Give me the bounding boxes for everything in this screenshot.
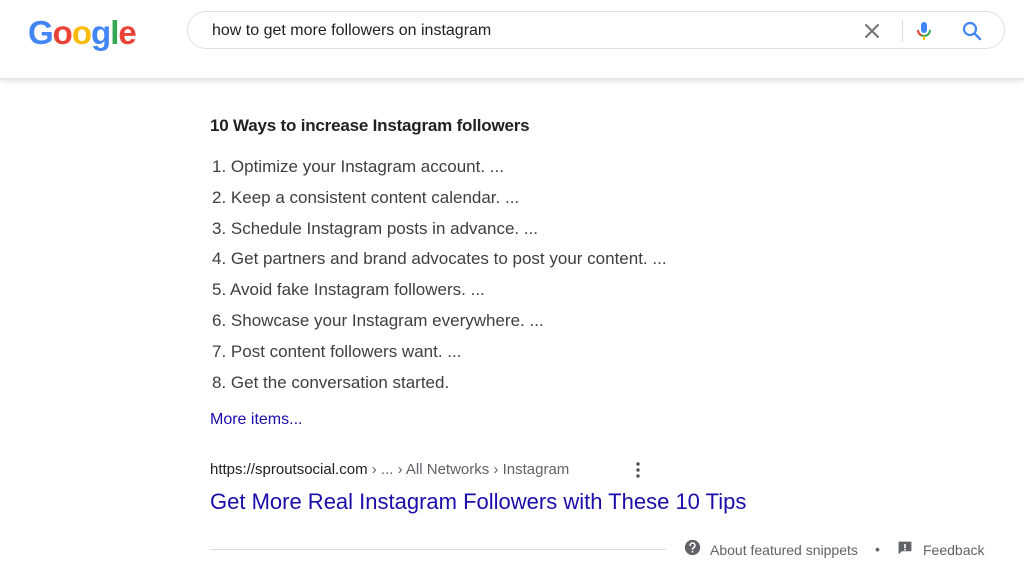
logo-letter: o	[71, 14, 92, 51]
snippet-title: 10 Ways to increase Instagram followers	[210, 116, 530, 135]
about-featured-snippets-link[interactable]: About featured snippets	[684, 539, 858, 561]
result-breadcrumbs: › ... › All Networks › Instagram	[367, 461, 570, 478]
list-item: 7. Post content followers want. ...	[212, 341, 462, 361]
search-box[interactable]: how to get more followers on instagram	[187, 11, 1005, 49]
list-item: 8. Get the conversation started.	[212, 372, 450, 392]
list-item: 6. Showcase your Instagram everywhere. .…	[212, 310, 544, 330]
list-item: 3. Schedule Instagram posts in advance. …	[212, 218, 539, 238]
footer-divider	[210, 549, 666, 550]
logo-letter: o	[52, 14, 73, 51]
result-title-link[interactable]: Get More Real Instagram Followers with T…	[210, 489, 746, 515]
help-icon	[684, 539, 701, 561]
feedback-icon	[897, 540, 913, 561]
footer-separator: •	[875, 541, 880, 557]
search-icon[interactable]	[960, 19, 984, 43]
logo-letter: l	[110, 14, 119, 51]
result-url[interactable]: https://sproutsocial.com › ... › All Net…	[210, 461, 569, 478]
list-item: 1. Optimize your Instagram account. ...	[212, 157, 504, 176]
logo-letter: g	[91, 14, 111, 51]
list-item: 2. Keep a consistent content calendar. .…	[212, 187, 520, 207]
google-logo[interactable]: Google	[28, 14, 137, 52]
microphone-icon[interactable]	[912, 19, 936, 43]
logo-letter: G	[28, 14, 54, 51]
close-icon[interactable]	[860, 19, 884, 43]
feedback-label: Feedback	[923, 542, 985, 558]
result-domain: https://sproutsocial.com	[210, 461, 368, 478]
list-item: 5. Avoid fake Instagram followers. ...	[212, 280, 485, 300]
about-featured-snippets-label: About featured snippets	[710, 542, 858, 558]
feedback-link[interactable]: Feedback	[897, 540, 984, 560]
list-item: 4. Get partners and brand advocates to p…	[212, 249, 667, 269]
more-vert-icon[interactable]	[628, 460, 648, 480]
search-divider	[902, 20, 903, 42]
search-input[interactable]: how to get more followers on instagram	[212, 22, 491, 40]
header-bar: Google how to get more followers on inst…	[0, 0, 1024, 79]
more-items-link[interactable]: More items...	[210, 411, 302, 429]
snippet-list: 1. Optimize your Instagram account. ... …	[212, 152, 667, 398]
logo-letter: e	[118, 14, 136, 51]
